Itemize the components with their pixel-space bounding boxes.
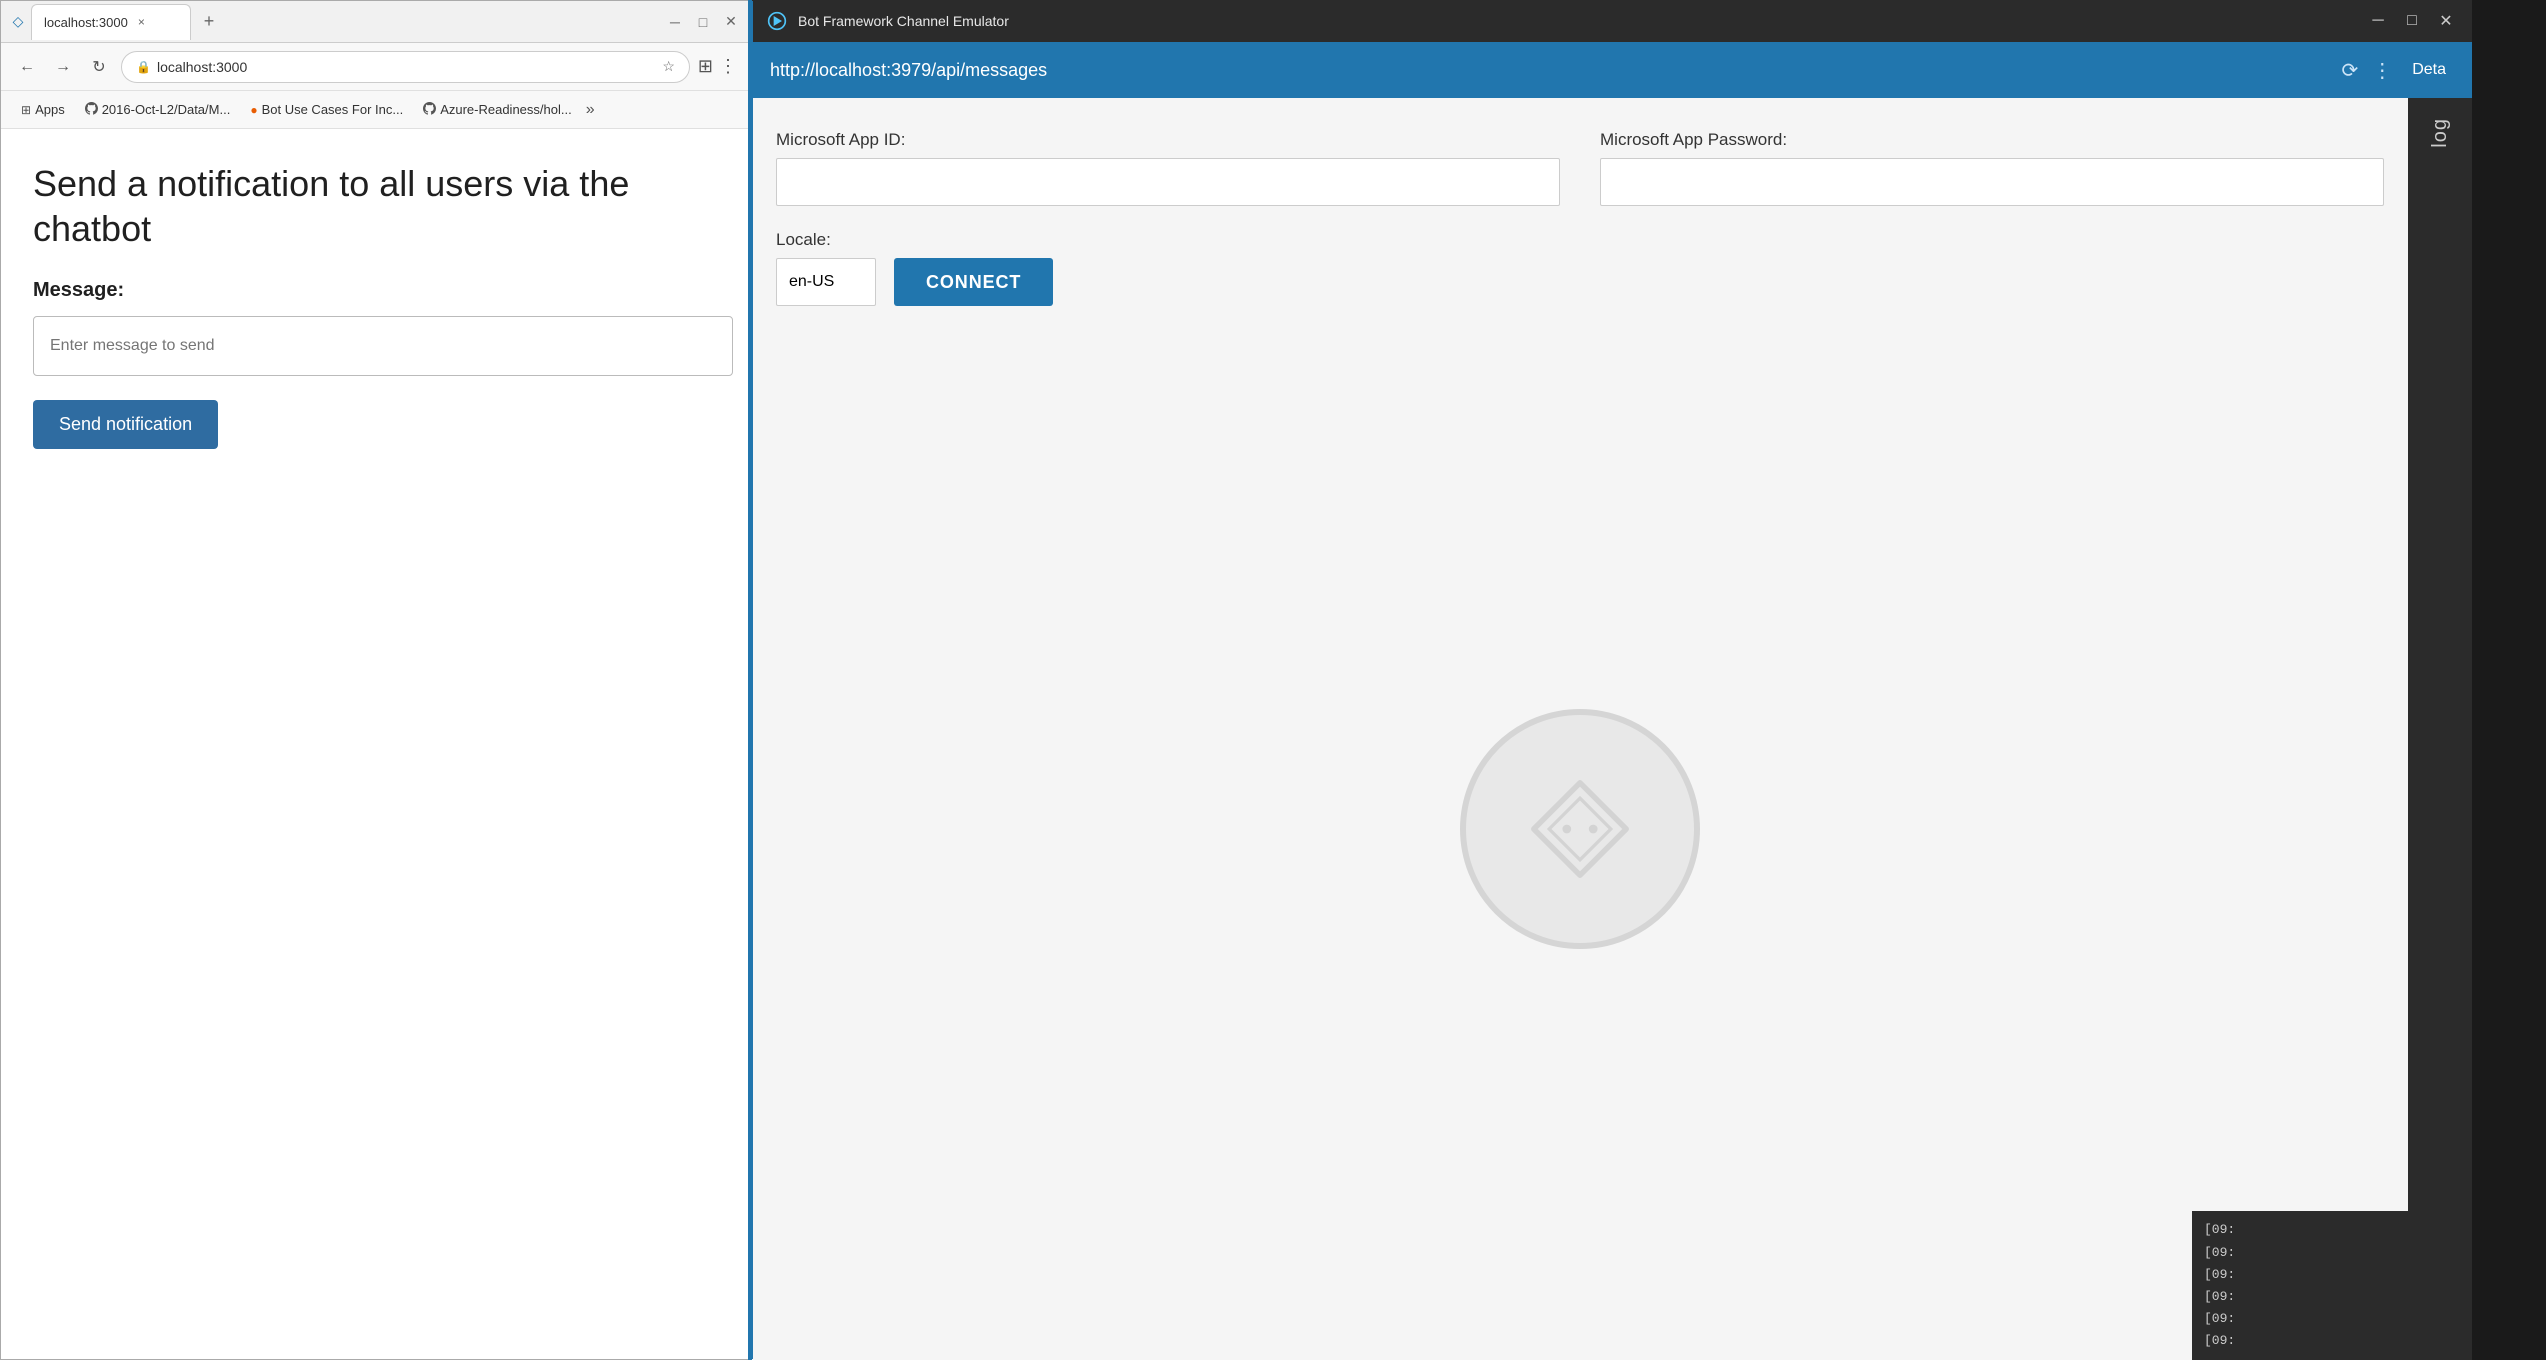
minimize-button[interactable]: ─	[665, 12, 685, 32]
github-icon-2	[423, 102, 436, 118]
bookmark-bot[interactable]: ● Bot Use Cases For Inc...	[242, 98, 411, 121]
log-line-6: [09:	[2204, 1330, 2460, 1352]
emulator-form-area: Microsoft App ID: Microsoft App Password…	[752, 98, 2408, 1360]
browser-titlebar: ◇ localhost:3000 × + ─ □ ✕	[1, 1, 749, 43]
bookmark-azure-label: Azure-Readiness/hol...	[440, 102, 572, 117]
log-line-5: [09:	[2204, 1308, 2460, 1330]
locale-group: Locale:	[776, 230, 876, 306]
locale-label: Locale:	[776, 230, 876, 250]
credentials-row: Microsoft App ID: Microsoft App Password…	[776, 130, 2384, 206]
log-line-2: [09:	[2204, 1242, 2460, 1264]
log-lines-area: [09: [09: [09: [09: [09: [09:	[2192, 1211, 2472, 1360]
lock-icon: 🔒	[136, 60, 151, 74]
apps-grid-icon: ⊞	[21, 103, 31, 117]
emulator-maximize-button[interactable]: □	[2400, 9, 2424, 33]
new-tab-button[interactable]: +	[195, 8, 223, 36]
bookmark-github-1-label: 2016-Oct-L2/Data/M...	[102, 102, 231, 117]
log-line-1: [09:	[2204, 1219, 2460, 1241]
address-text: localhost:3000	[157, 59, 247, 75]
emulator-urlbar: http://localhost:3979/api/messages ⟳ ⋮ D…	[752, 42, 2472, 98]
bookmark-star-icon[interactable]: ☆	[662, 58, 675, 75]
tab-close-button[interactable]: ×	[138, 15, 145, 29]
emulator-minimize-button[interactable]: ─	[2366, 9, 2390, 33]
app-id-group: Microsoft App ID:	[776, 130, 1560, 206]
app-password-label: Microsoft App Password:	[1600, 130, 2384, 150]
emulator-main: Microsoft App ID: Microsoft App Password…	[752, 98, 2472, 1360]
github-icon-1	[85, 102, 98, 118]
message-label: Message:	[33, 279, 717, 302]
bookmark-github-1[interactable]: 2016-Oct-L2/Data/M...	[77, 98, 239, 122]
emulator-titlebar: Bot Framework Channel Emulator ─ □ ✕	[752, 0, 2472, 42]
bookmarks-more-button[interactable]: »	[586, 101, 595, 119]
tab-title: localhost:3000	[44, 15, 128, 30]
bot-logo-circle	[1460, 709, 1700, 949]
back-button[interactable]: ←	[13, 53, 41, 81]
browser-tab[interactable]: localhost:3000 ×	[31, 4, 191, 40]
locale-input[interactable]	[776, 258, 876, 306]
bookmark-bot-label: Bot Use Cases For Inc...	[262, 102, 404, 117]
message-input[interactable]	[33, 316, 733, 376]
browser-addressbar: ← → ↻ 🔒 localhost:3000 ☆ ⊞ ⋮	[1, 43, 749, 91]
browser-window: ◇ localhost:3000 × + ─ □ ✕ ← → ↻ 🔒 local…	[0, 0, 750, 1360]
emulator-refresh-icon[interactable]: ⟳	[2341, 58, 2358, 83]
log-line-3: [09:	[2204, 1264, 2460, 1286]
emulator-url-icons: ⟳ ⋮	[2341, 58, 2392, 83]
page-heading: Send a notification to all users via the…	[33, 161, 717, 251]
app-id-input[interactable]	[776, 158, 1560, 206]
log-line-4: [09:	[2204, 1286, 2460, 1308]
locale-row: Locale: CONNECT	[776, 230, 2384, 306]
close-button[interactable]: ✕	[721, 12, 741, 32]
send-notification-button[interactable]: Send notification	[33, 400, 218, 449]
emulator-more-icon[interactable]: ⋮	[2372, 58, 2392, 83]
bot-logo-svg	[1525, 774, 1635, 884]
menu-icon[interactable]: ⋮	[719, 56, 737, 77]
emulator-window: Bot Framework Channel Emulator ─ □ ✕ htt…	[752, 0, 2472, 1360]
windows-icon[interactable]: ⊞	[698, 56, 713, 77]
emulator-details-button[interactable]: Deta	[2404, 57, 2454, 83]
circle-icon: ●	[250, 103, 257, 117]
emulator-close-button[interactable]: ✕	[2434, 9, 2458, 33]
maximize-button[interactable]: □	[693, 12, 713, 32]
browser-content: Send a notification to all users via the…	[1, 129, 749, 1359]
forward-button[interactable]: →	[49, 53, 77, 81]
browser-extra-icons: ⊞ ⋮	[698, 56, 737, 77]
app-password-input[interactable]	[1600, 158, 2384, 206]
address-bar[interactable]: 🔒 localhost:3000 ☆	[121, 51, 690, 83]
emulator-title-icon	[766, 10, 788, 32]
app-id-label: Microsoft App ID:	[776, 130, 1560, 150]
browser-favicon: ◇	[9, 13, 27, 31]
emulator-window-controls: ─ □ ✕	[2366, 9, 2458, 33]
emulator-url-text: http://localhost:3979/api/messages	[770, 60, 2329, 81]
bookmark-apps-label: Apps	[35, 102, 65, 117]
bot-logo-area	[776, 330, 2384, 1328]
emulator-title-text: Bot Framework Channel Emulator	[798, 13, 2356, 29]
reload-button[interactable]: ↻	[85, 53, 113, 81]
log-tab-label[interactable]: log	[2429, 118, 2452, 148]
app-password-group: Microsoft App Password:	[1600, 130, 2384, 206]
connect-button[interactable]: CONNECT	[894, 258, 1053, 306]
bookmarks-bar: ⊞ Apps 2016-Oct-L2/Data/M... ● Bot Use C…	[1, 91, 749, 129]
emulator-log-panel: log	[2408, 98, 2472, 1360]
bookmark-github-2[interactable]: Azure-Readiness/hol...	[415, 98, 580, 122]
bookmark-apps[interactable]: ⊞ Apps	[13, 98, 73, 121]
window-controls: ─ □ ✕	[665, 12, 741, 32]
